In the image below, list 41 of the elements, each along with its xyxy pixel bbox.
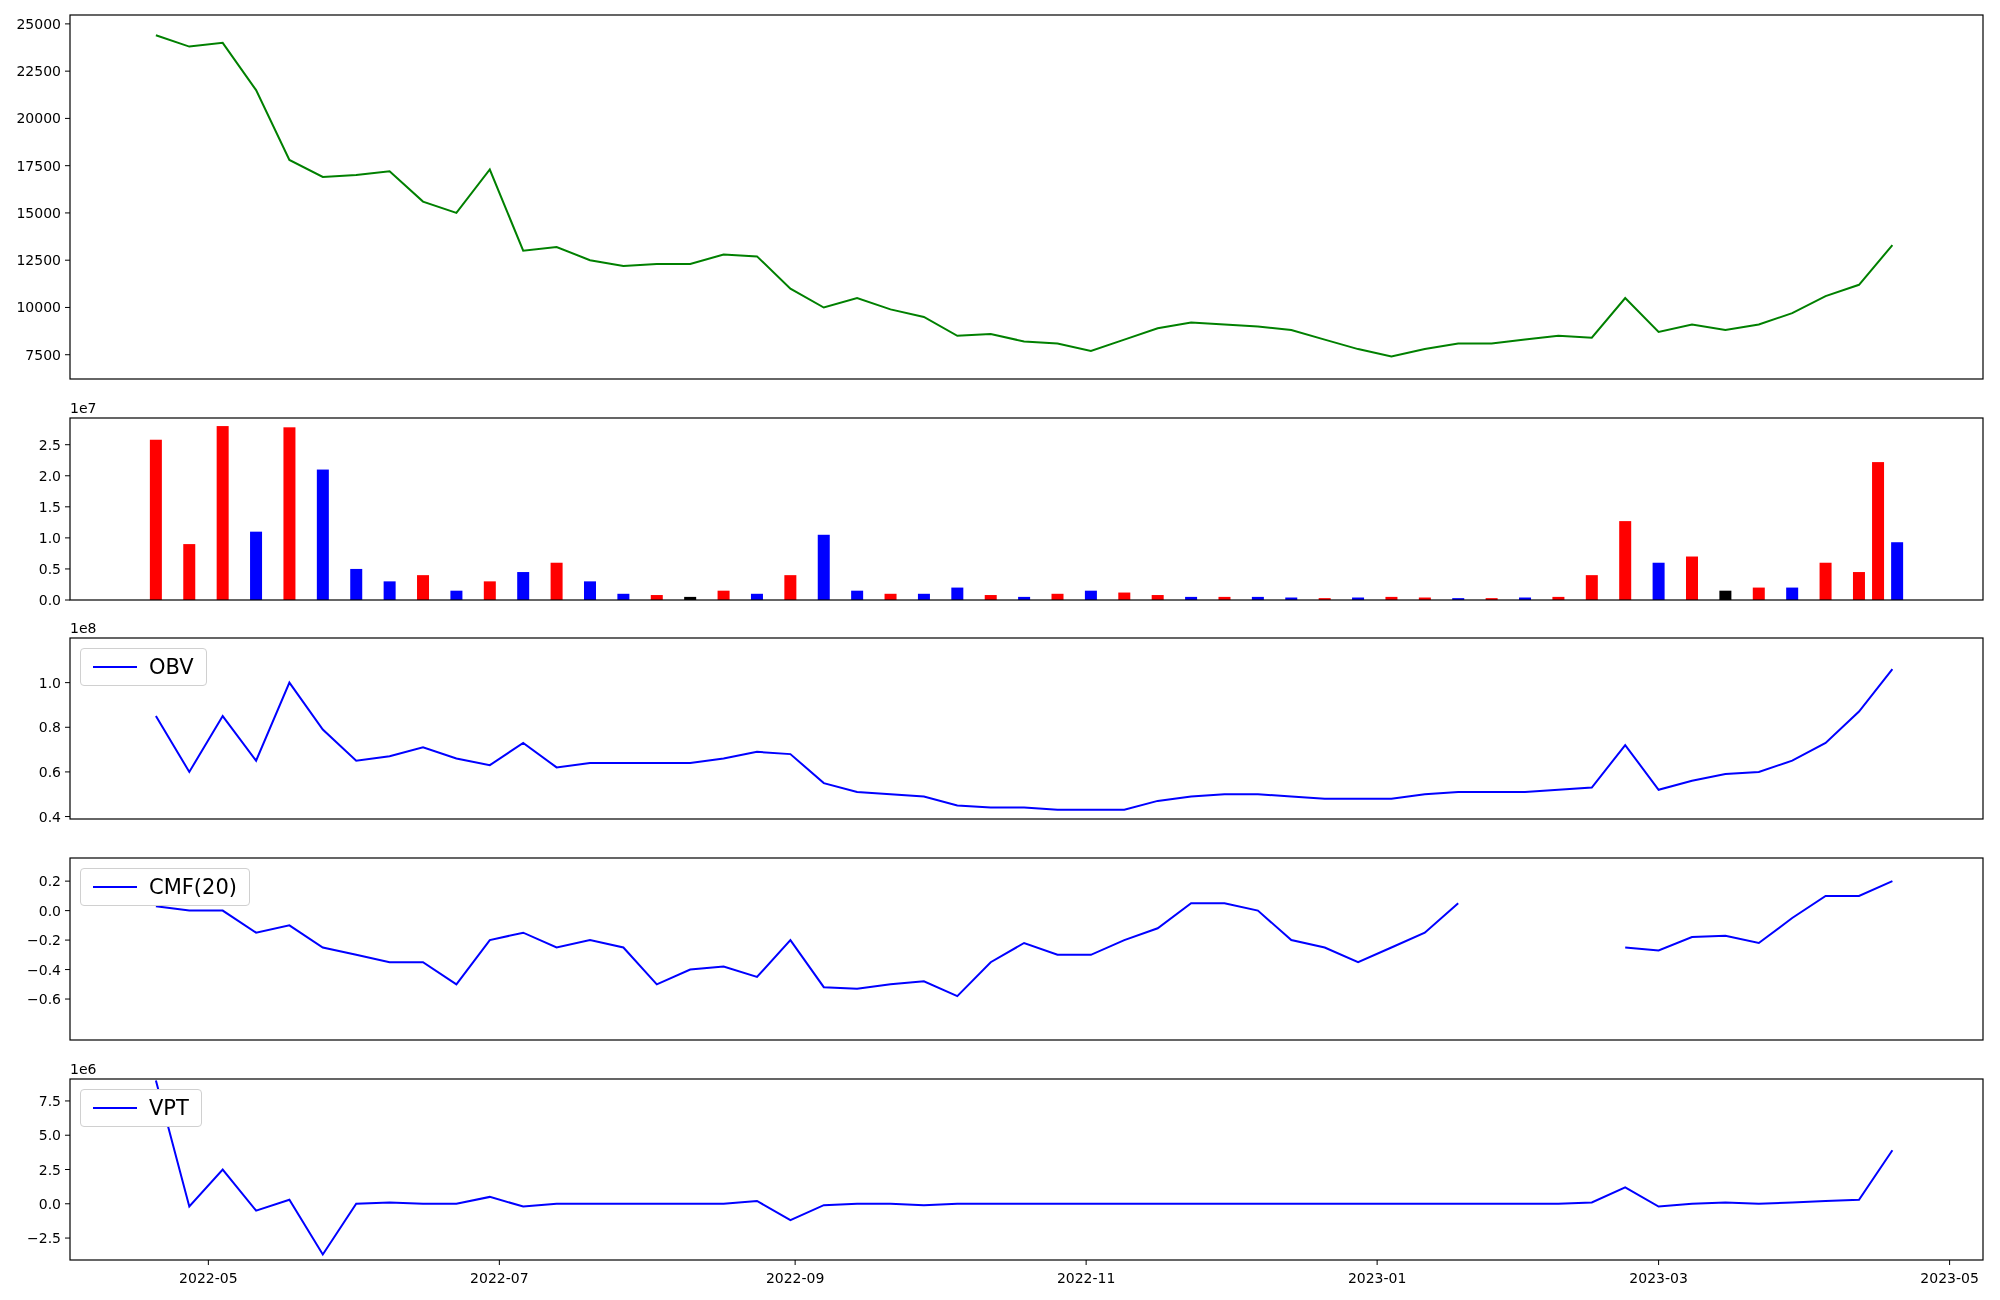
legend-label: CMF(20)	[149, 874, 237, 901]
axis-tick-label: 17500	[16, 157, 61, 174]
axis-tick-label: 2022-07	[470, 1270, 529, 1286]
axis-tick-label: −0.4	[27, 961, 61, 978]
axis-tick-label: 1.0	[38, 529, 61, 546]
axis-tick-label: 2023-03	[1629, 1270, 1688, 1286]
axis-tick-label: −2.5	[27, 1230, 61, 1247]
axis-tick-label: 12500	[16, 252, 61, 269]
axis-tick-label: 20000	[16, 110, 61, 127]
axis-tick-label: 5.0	[38, 1127, 61, 1144]
axis-tick-label: 0.0	[38, 1195, 61, 1212]
axis-tick-label: 1.0	[38, 674, 61, 691]
axis-offset-label: 1e7	[70, 400, 97, 416]
axis-tick-label: 2022-11	[1056, 1270, 1116, 1286]
axis-tick-label: 0.8	[38, 719, 61, 736]
legend-label: OBV	[149, 654, 194, 681]
axis-tick-label: 2.5	[38, 1161, 61, 1178]
axis-tick-label: 25000	[16, 15, 61, 32]
axis-tick-label: 2.5	[38, 436, 61, 453]
axis-tick-label: 0.6	[38, 763, 61, 780]
axis-tick-label: 0.4	[38, 808, 61, 825]
axis-tick-label: 0.2	[38, 873, 61, 890]
axis-tick-label: 22500	[16, 63, 61, 80]
axis-tick-label: 15000	[16, 204, 61, 221]
axis-tick-label: −0.2	[27, 932, 61, 949]
axis-tick-label: 2023-01	[1347, 1270, 1407, 1286]
axis-tick-label: 1.5	[38, 498, 61, 515]
axis-tick-label: 0.0	[38, 592, 61, 608]
axis-tick-label: 7.5	[38, 1092, 61, 1109]
axis-tick-label: 7500	[25, 346, 61, 363]
axis-tick-label: −0.6	[27, 991, 61, 1008]
legend-label: VPT	[149, 1095, 189, 1122]
axis-tick-label: 0.0	[38, 902, 61, 919]
axis-offset-label: 1e8	[70, 620, 97, 636]
axis-tick-label: 2.0	[38, 467, 61, 484]
axis-offset-label: 1e6	[70, 1061, 97, 1077]
axis-tick-label: 2022-05	[179, 1270, 238, 1286]
axis-tick-label: 2023-05	[1920, 1270, 1979, 1286]
axis-tick-label: 2022-09	[765, 1270, 825, 1286]
axis-tick-label: 10000	[16, 299, 61, 316]
axis-tick-label: 0.5	[38, 560, 61, 577]
